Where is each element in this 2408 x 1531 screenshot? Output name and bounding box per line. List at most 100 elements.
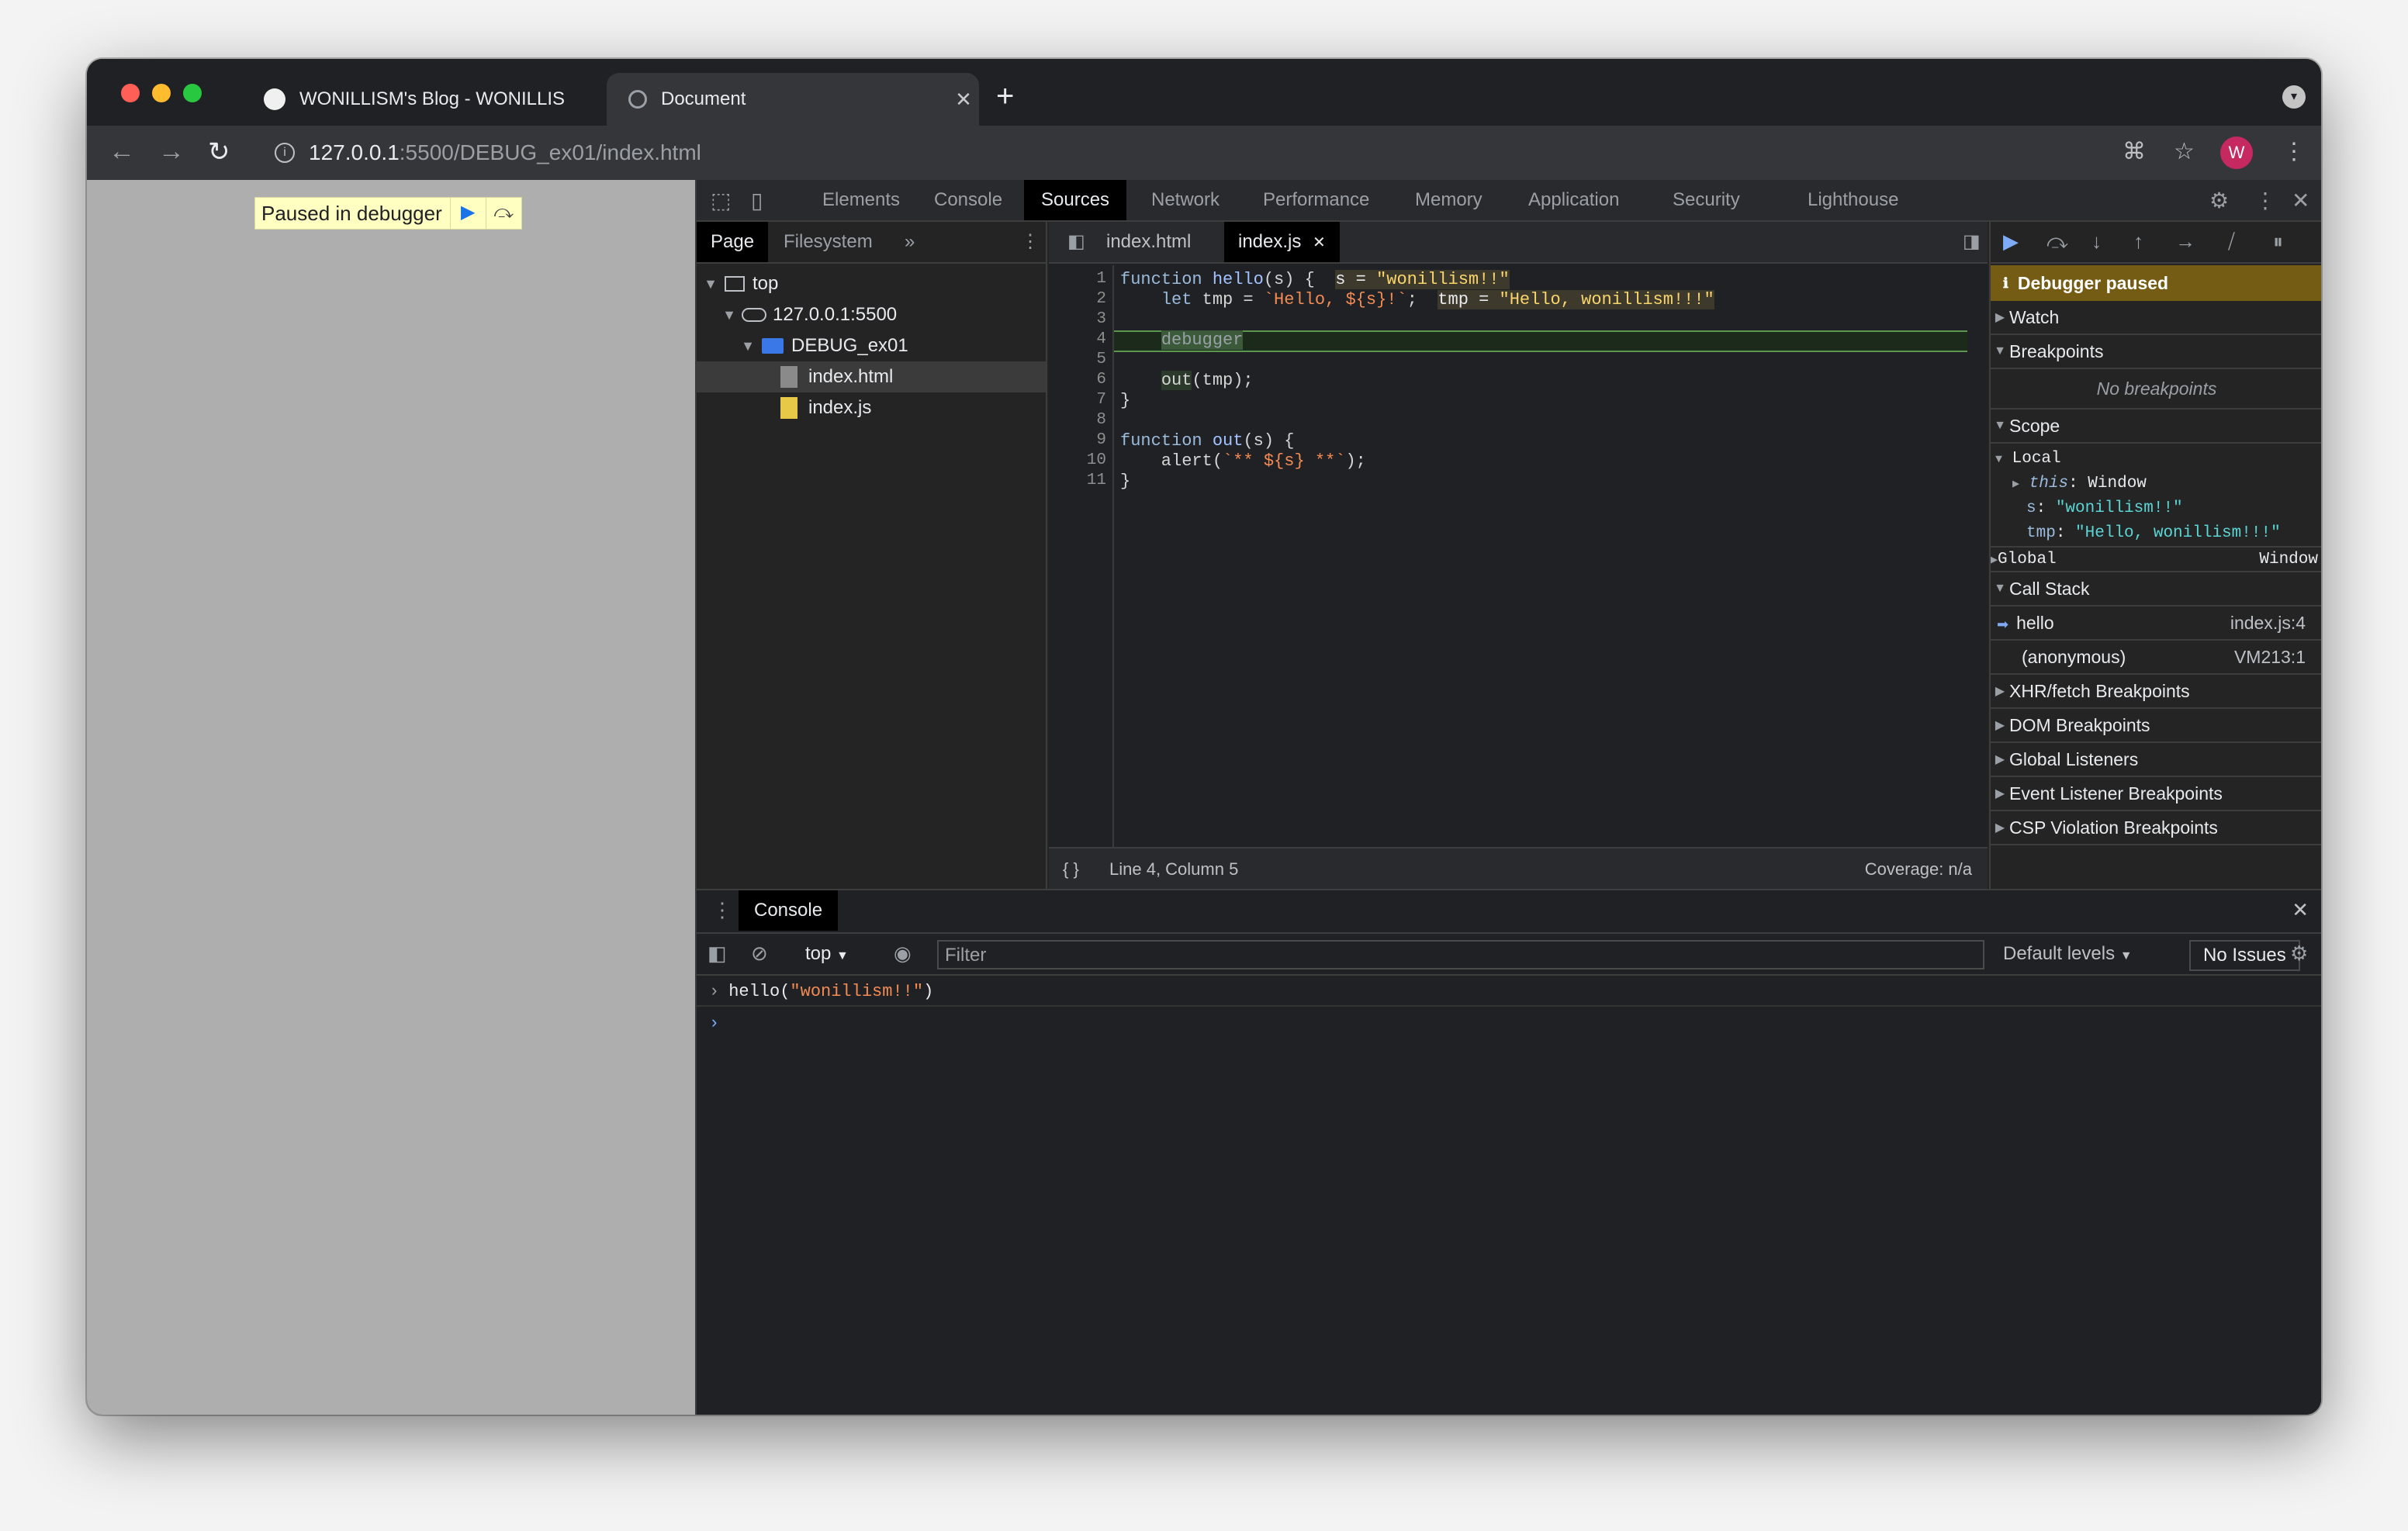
- bookmark-star-icon[interactable]: ☆: [2174, 138, 2195, 165]
- call-frame[interactable]: ➡ hello index.js:4: [1991, 607, 2321, 641]
- csp-violation-breakpoints-section[interactable]: ▶ CSP Violation Breakpoints: [1991, 811, 2321, 845]
- profile-avatar[interactable]: W: [2220, 137, 2253, 169]
- step-over-icon[interactable]: ⤼: [2046, 230, 2068, 254]
- panel-tab-performance[interactable]: Performance: [1246, 180, 1386, 220]
- line-number[interactable]: 6: [1096, 371, 1106, 389]
- frame-location[interactable]: index.js:4: [2230, 613, 2306, 634]
- resume-icon[interactable]: ▶︎: [449, 197, 486, 230]
- navigator-tab-page[interactable]: Page: [697, 222, 769, 262]
- code-area[interactable]: 1 2 3 4 5 6 7 8 9 10 11 function hello(s…: [1049, 265, 1988, 847]
- tree-item-index-html[interactable]: index.html: [697, 361, 1046, 392]
- zoom-window-button[interactable]: [183, 84, 202, 102]
- minimize-window-button[interactable]: [152, 84, 171, 102]
- scope-local[interactable]: ▼ Local: [1995, 450, 2061, 468]
- tree-item-top[interactable]: ▼ top: [697, 268, 1046, 299]
- editor-tab-index-js[interactable]: index.js ✕: [1224, 222, 1340, 262]
- step-icon[interactable]: →: [2175, 230, 2195, 254]
- tree-item-label: DEBUG_ex01: [791, 335, 908, 356]
- tree-item-origin[interactable]: ▼ 127.0.0.1:5500: [697, 299, 1046, 330]
- reload-icon[interactable]: ↻: [208, 137, 230, 168]
- live-expression-eye-icon[interactable]: ◉: [894, 942, 912, 966]
- dom-breakpoints-section[interactable]: ▶ DOM Breakpoints: [1991, 709, 2321, 743]
- inspect-element-icon[interactable]: ⬚: [711, 188, 731, 213]
- pause-on-exceptions-icon[interactable]: ⏸: [2273, 230, 2283, 254]
- panel-tab-network[interactable]: Network: [1134, 180, 1237, 220]
- navigator-tab-filesystem[interactable]: Filesystem: [770, 222, 887, 262]
- console-settings-gear-icon[interactable]: ⚙: [2290, 942, 2308, 966]
- line-gutter[interactable]: 1 2 3 4 5 6 7 8 9 10 11: [1049, 265, 1114, 847]
- toggle-debugger-sidebar-icon[interactable]: ◨: [1949, 222, 1995, 262]
- deactivate-breakpoints-icon[interactable]: ⧸: [2228, 230, 2235, 254]
- device-toolbar-icon[interactable]: ▯: [751, 188, 763, 213]
- frame-icon: [725, 276, 745, 292]
- back-arrow-icon[interactable]: ←: [109, 137, 135, 167]
- tree-item-folder[interactable]: ▼ DEBUG_ex01: [697, 330, 1046, 361]
- panel-tab-sources[interactable]: Sources: [1024, 180, 1127, 220]
- panel-tab-security[interactable]: Security: [1656, 180, 1757, 220]
- panel-tab-elements[interactable]: Elements: [805, 180, 917, 220]
- console-sidebar-icon[interactable]: ◧: [708, 942, 727, 966]
- line-number[interactable]: 10: [1087, 451, 1106, 469]
- new-tab-button[interactable]: +: [996, 79, 1014, 114]
- panel-tab-memory[interactable]: Memory: [1398, 180, 1500, 220]
- panel-tab-lighthouse[interactable]: Lighthouse: [1790, 180, 1915, 220]
- browser-tab-document[interactable]: Document ✕: [607, 73, 979, 126]
- pretty-print-icon[interactable]: { }: [1063, 859, 1079, 880]
- console-tab[interactable]: Console: [739, 890, 839, 931]
- info-icon[interactable]: i: [275, 143, 295, 163]
- panel-tab-application[interactable]: Application: [1511, 180, 1636, 220]
- step-over-icon[interactable]: ⤼: [485, 197, 521, 230]
- section-title: CSP Violation Breakpoints: [2009, 817, 2218, 838]
- context-selector[interactable]: top ▼: [805, 943, 849, 965]
- line-number[interactable]: 3: [1096, 310, 1106, 328]
- global-listeners-section[interactable]: ▶ Global Listeners: [1991, 743, 2321, 777]
- breakpoints-section[interactable]: ▼ Breakpoints: [1991, 335, 2321, 369]
- tree-item-index-js[interactable]: index.js: [697, 392, 1046, 423]
- expand-arrow-icon: ▼: [741, 337, 755, 354]
- line-number[interactable]: 5: [1096, 351, 1106, 368]
- resume-icon[interactable]: ▶︎: [2003, 230, 2019, 254]
- panel-tab-console[interactable]: Console: [917, 180, 1019, 220]
- line-number[interactable]: 9: [1096, 431, 1106, 449]
- frame-location[interactable]: VM213:1: [2234, 647, 2306, 668]
- call-stack-section[interactable]: ▼ Call Stack: [1991, 572, 2321, 607]
- navigator-more-icon[interactable]: »: [891, 222, 929, 262]
- scope-var-tmp[interactable]: tmp: "Hello, wonillism!!!": [2026, 524, 2281, 542]
- log-levels-dropdown[interactable]: Default levels ▼: [2003, 943, 2133, 965]
- step-out-icon[interactable]: ↑: [2133, 230, 2143, 254]
- drawer-menu-icon[interactable]: ⋮: [712, 898, 732, 922]
- clear-console-icon[interactable]: ⊘: [751, 942, 768, 966]
- editor-tab-index-html[interactable]: index.html: [1092, 222, 1205, 262]
- scope-global[interactable]: ▶Global Window: [1991, 548, 2321, 572]
- settings-gear-icon[interactable]: ⚙: [2209, 188, 2229, 213]
- close-tab-icon[interactable]: ✕: [948, 88, 979, 112]
- forward-arrow-icon[interactable]: →: [158, 137, 185, 167]
- event-listener-breakpoints-section[interactable]: ▶ Event Listener Breakpoints: [1991, 777, 2321, 811]
- devtools-menu-icon[interactable]: ⋮: [2254, 188, 2276, 213]
- line-number[interactable]: 2: [1096, 290, 1106, 308]
- tab-search-icon[interactable]: ▾: [2282, 85, 2306, 109]
- scope-var-this[interactable]: ▶ this: Window: [2012, 475, 2147, 492]
- step-into-icon[interactable]: ↓: [2091, 230, 2102, 254]
- scope-var-s[interactable]: s: "wonillism!!": [2026, 499, 2183, 517]
- line-number[interactable]: 8: [1096, 411, 1106, 429]
- close-tab-icon[interactable]: ✕: [1306, 234, 1326, 251]
- issues-button[interactable]: No Issues: [2189, 940, 2300, 971]
- line-number[interactable]: 4: [1096, 330, 1106, 348]
- line-number[interactable]: 1: [1096, 270, 1106, 288]
- call-frame[interactable]: (anonymous) VM213:1: [1991, 641, 2321, 675]
- close-drawer-icon[interactable]: ✕: [2292, 898, 2309, 922]
- console-filter-input[interactable]: Filter: [937, 940, 1984, 969]
- console-prompt[interactable]: ›: [697, 1008, 2321, 1038]
- address-bar[interactable]: i 127.0.0.1:5500/DEBUG_ex01/index.html: [261, 133, 2223, 172]
- watch-section[interactable]: ▶ Watch: [1991, 301, 2321, 335]
- scope-section[interactable]: ▼ Scope: [1991, 410, 2321, 444]
- close-window-button[interactable]: [121, 84, 140, 102]
- xhr-breakpoints-section[interactable]: ▶ XHR/fetch Breakpoints: [1991, 675, 2321, 709]
- navigator-menu-icon[interactable]: ⋮: [1007, 222, 1054, 262]
- line-number[interactable]: 7: [1096, 391, 1106, 409]
- line-number[interactable]: 11: [1087, 472, 1106, 489]
- browser-menu-icon[interactable]: ⋮: [2282, 138, 2306, 165]
- translate-icon[interactable]: ⌘: [2123, 138, 2146, 165]
- close-devtools-icon[interactable]: ✕: [2292, 188, 2309, 213]
